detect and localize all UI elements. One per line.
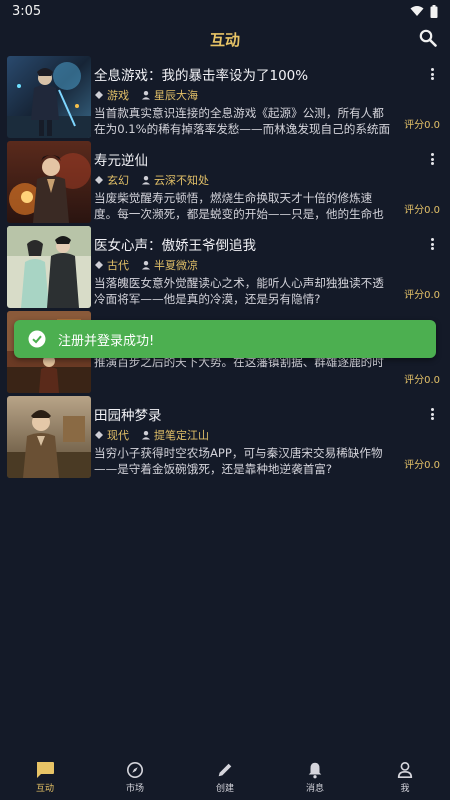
- bell-icon: [308, 762, 322, 779]
- battery-icon: [430, 4, 438, 18]
- story-tags: 玄幻 云深不知处: [94, 172, 440, 188]
- author-icon: [142, 261, 150, 270]
- success-toast: 注册并登录成功!: [14, 320, 436, 358]
- genre-tag: 古代: [94, 257, 129, 273]
- nav-item-messages[interactable]: 消息: [275, 761, 355, 794]
- nav-item-market[interactable]: 市场: [95, 761, 175, 794]
- nav-label: 市场: [125, 784, 144, 794]
- story-description: 当落魄医女意外觉醒读心之术，能听人心声却独独读不透冷面将军——他是真的冷漠，还是…: [94, 276, 384, 306]
- nav-item-interact[interactable]: 互动: [5, 761, 85, 794]
- author-label: 云深不知处: [154, 174, 209, 187]
- story-title: 寿元逆仙: [94, 153, 148, 169]
- story-tags: 现代 提笔定江山: [94, 427, 440, 443]
- chat-icon: [37, 762, 54, 778]
- genre-tag: 现代: [94, 427, 129, 443]
- genre-tag: 玄幻: [94, 172, 129, 188]
- story-card[interactable]: 医女心声：傲娇王爷倒追我 古代 半夏微凉 当落魄医女意外觉醒读心之术，能听人心声…: [0, 226, 450, 311]
- author-tag: 半夏微凉: [141, 257, 198, 273]
- more-options-button[interactable]: [428, 406, 436, 422]
- story-rating: 评分0.0: [404, 290, 440, 301]
- nav-item-profile[interactable]: 我: [365, 761, 445, 794]
- genre-icon: [95, 261, 103, 269]
- story-card[interactable]: 寿元逆仙 玄幻 云深不知处 当废柴觉醒寿元顿悟，燃烧生命换取天才十倍的修炼速度。…: [0, 141, 450, 226]
- more-options-button[interactable]: [428, 151, 436, 167]
- more-vert-icon: [430, 153, 434, 156]
- bottom-nav: 互动 市场 创建 消息 我: [0, 755, 450, 800]
- story-title: 田园种梦录: [94, 408, 162, 424]
- nav-item-create[interactable]: 创建: [185, 761, 265, 794]
- page-title: 互动: [209, 30, 240, 49]
- story-card[interactable]: 田园种梦录 现代 提笔定江山 当穷小子获得时空农场APP，可与秦汉唐宋交易稀缺作…: [0, 396, 450, 481]
- story-cover: [7, 141, 91, 223]
- story-info: 全息游戏：我的暴击率设为了100% 游戏 星辰大海 当首款真实意识连接的全息游戏…: [91, 56, 450, 141]
- story-rating: 评分0.0: [404, 120, 440, 131]
- nav-label: 消息: [305, 784, 324, 794]
- nav-label: 我: [400, 784, 410, 794]
- app-header: 互动: [0, 22, 450, 56]
- story-rating: 评分0.0: [404, 205, 440, 216]
- more-options-button[interactable]: [428, 66, 436, 82]
- author-label: 星辰大海: [154, 89, 198, 102]
- story-title: 全息游戏：我的暴击率设为了100%: [94, 68, 309, 84]
- story-tags: 游戏 星辰大海: [94, 87, 440, 103]
- more-vert-icon: [430, 68, 434, 71]
- story-description: 当首款真实意识连接的全息游戏《起源》公测，所有人都在为0.1%的稀有掉落率发愁—…: [94, 106, 391, 136]
- nav-label: 互动: [35, 784, 54, 794]
- toast-message: 注册并登录成功!: [58, 333, 155, 349]
- story-tags: 古代 半夏微凉: [94, 257, 440, 273]
- more-vert-icon: [430, 238, 434, 241]
- genre-label: 游戏: [107, 89, 129, 102]
- person-icon: [397, 761, 413, 779]
- story-list: 全息游戏：我的暴击率设为了100% 游戏 星辰大海 当首款真实意识连接的全息游戏…: [0, 56, 450, 481]
- story-rating: 评分0.0: [404, 375, 440, 386]
- genre-icon: [95, 431, 103, 439]
- search-icon: [419, 29, 437, 47]
- story-info: 田园种梦录 现代 提笔定江山 当穷小子获得时空农场APP，可与秦汉唐宋交易稀缺作…: [91, 396, 450, 481]
- genre-label: 玄幻: [107, 174, 129, 187]
- story-card[interactable]: 全息游戏：我的暴击率设为了100% 游戏 星辰大海 当首款真实意识连接的全息游戏…: [0, 56, 450, 141]
- author-label: 提笔定江山: [154, 429, 209, 442]
- author-icon: [142, 431, 150, 440]
- genre-label: 现代: [107, 429, 129, 442]
- author-label: 半夏微凉: [154, 259, 198, 272]
- author-tag: 星辰大海: [141, 87, 198, 103]
- story-cover: [7, 56, 91, 138]
- genre-label: 古代: [107, 259, 129, 272]
- pencil-icon: [218, 763, 232, 777]
- check-circle-icon: [28, 330, 46, 348]
- author-tag: 提笔定江山: [141, 427, 209, 443]
- author-icon: [142, 176, 150, 185]
- wifi-icon: [410, 6, 424, 16]
- story-description: 当穷小子获得时空农场APP，可与秦汉唐宋交易稀缺作物——是守着金饭碗饿死，还是靠…: [94, 446, 383, 476]
- more-vert-icon: [430, 408, 434, 411]
- story-title: 医女心声：傲娇王爷倒追我: [94, 238, 256, 254]
- story-description: 当废柴觉醒寿元顿悟，燃烧生命换取天才十倍的修炼速度。每一次濒死，都是蜕变的开始—…: [94, 191, 384, 221]
- more-options-button[interactable]: [428, 236, 436, 252]
- author-tag: 云深不知处: [141, 172, 209, 188]
- genre-icon: [95, 176, 103, 184]
- story-cover: [7, 226, 91, 308]
- compass-icon: [126, 761, 144, 779]
- story-rating: 评分0.0: [404, 460, 440, 471]
- story-cover: [7, 396, 91, 478]
- status-time: 3:05: [12, 3, 42, 19]
- genre-icon: [95, 91, 103, 99]
- nav-label: 创建: [215, 784, 234, 794]
- status-icons: [410, 4, 438, 18]
- search-button[interactable]: [416, 26, 440, 50]
- story-info: 医女心声：傲娇王爷倒追我 古代 半夏微凉 当落魄医女意外觉醒读心之术，能听人心声…: [91, 226, 450, 311]
- genre-tag: 游戏: [94, 87, 129, 103]
- author-icon: [142, 91, 150, 100]
- status-bar: 3:05: [0, 0, 450, 22]
- story-info: 寿元逆仙 玄幻 云深不知处 当废柴觉醒寿元顿悟，燃烧生命换取天才十倍的修炼速度。…: [91, 141, 450, 226]
